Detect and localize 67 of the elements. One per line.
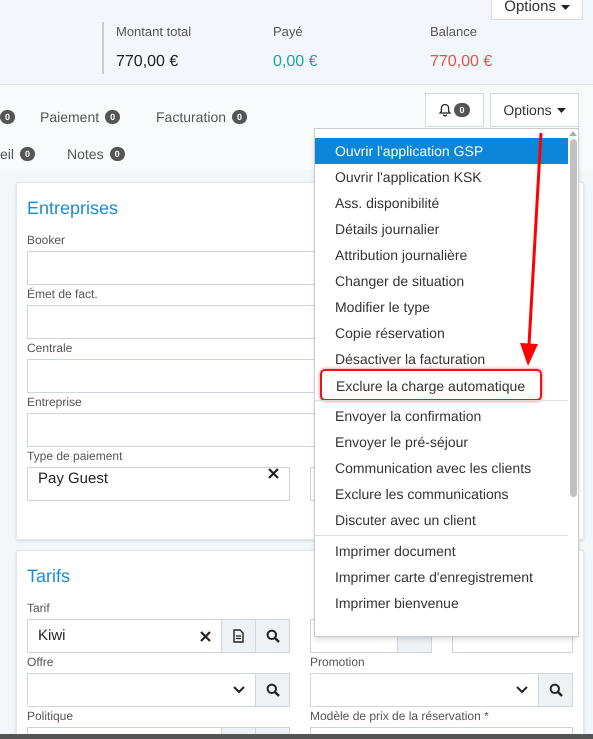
field-label: Booker <box>27 232 66 248</box>
count-badge: 0 <box>232 110 248 124</box>
chevron-down-icon <box>233 686 245 694</box>
field-label: Offre <box>27 654 54 670</box>
clear-icon[interactable] <box>268 468 279 479</box>
summary-label: Montant total <box>116 23 192 41</box>
select-field[interactable] <box>310 673 539 707</box>
menu-item[interactable]: Exclure les communications <box>315 481 568 507</box>
field-label: Émet de fact. <box>27 286 99 302</box>
field-label: Centrale <box>27 340 74 356</box>
menu-item[interactable]: Copie réservation <box>315 320 568 346</box>
select-field[interactable] <box>27 673 256 707</box>
count-badge: 0 <box>0 110 16 124</box>
menu-item[interactable]: Discuter avec un client <box>315 507 568 533</box>
field-label: Tarif <box>27 600 51 616</box>
menu-item[interactable]: Changer de situation <box>315 268 568 294</box>
menu-item[interactable]: Envoyer le pré-séjour <box>315 429 568 455</box>
search-icon <box>266 683 280 697</box>
options-button[interactable]: Options <box>490 93 579 127</box>
count-badge: 0 <box>105 110 120 124</box>
menu-item[interactable]: Envoyer la confirmation <box>315 403 568 429</box>
notifications-button[interactable]: 0 <box>425 93 484 127</box>
details-button[interactable] <box>222 619 256 653</box>
menu-item[interactable]: Détails journalier <box>315 216 568 242</box>
menu-item[interactable]: Ouvrir l'application KSK <box>315 164 568 190</box>
tab-link[interactable]: Facturation <box>156 106 226 128</box>
summary-label: Balance <box>430 23 478 41</box>
summary-value: 0,00 € <box>273 52 318 72</box>
section-title: Entreprises <box>27 197 118 220</box>
caret-icon <box>561 4 570 10</box>
count-badge: 0 <box>454 103 470 117</box>
field-label: Modèle de prix de la réservation * <box>310 708 490 724</box>
input-field[interactable]: Pay Guest <box>27 467 290 501</box>
menu-item[interactable]: Imprimer carte d'enregistrement <box>315 564 568 590</box>
field-label: Entreprise <box>27 394 83 410</box>
menu-item[interactable]: Communication avec les clients <box>315 455 568 481</box>
chevron-down-icon <box>516 686 528 694</box>
tab-link[interactable]: eil <box>0 144 14 164</box>
summary-value: 770,00 € <box>430 52 492 72</box>
summary-value: 770,00 € <box>116 52 178 72</box>
search-button[interactable] <box>256 619 290 653</box>
section-title: Tarifs <box>27 565 70 588</box>
menu-item[interactable]: Désactiver la facturation <box>315 346 568 372</box>
clear-icon[interactable] <box>200 630 211 642</box>
search-icon <box>266 629 280 643</box>
menu-item[interactable]: Ouvrir l'application GSP <box>315 138 568 164</box>
menu-item[interactable]: Attribution journalière <box>315 242 568 268</box>
search-icon <box>548 683 562 697</box>
menu-item[interactable]: Ass. disponibilité <box>315 190 568 216</box>
field-label: Politique <box>27 708 74 724</box>
summary-label: Payé <box>273 23 304 41</box>
menu-item[interactable]: Imprimer bienvenue <box>315 590 568 616</box>
tab-link[interactable]: Paiement <box>40 106 100 128</box>
field-label: Promotion <box>310 654 366 670</box>
input-field[interactable]: Kiwi <box>27 619 222 653</box>
bell-icon <box>439 103 452 117</box>
menu-item[interactable]: Modifier le type <box>315 294 568 320</box>
search-button[interactable] <box>539 673 573 707</box>
search-button[interactable] <box>256 673 290 707</box>
menu-item[interactable]: Imprimer document <box>315 538 568 564</box>
tab-link[interactable]: Notes <box>67 144 104 164</box>
count-badge: 0 <box>110 147 125 161</box>
field-label: Type de paiement <box>27 448 124 464</box>
options-button[interactable]: Options <box>491 0 583 20</box>
document-icon <box>233 629 244 643</box>
count-badge: 0 <box>20 147 36 161</box>
caret-icon <box>556 108 566 112</box>
